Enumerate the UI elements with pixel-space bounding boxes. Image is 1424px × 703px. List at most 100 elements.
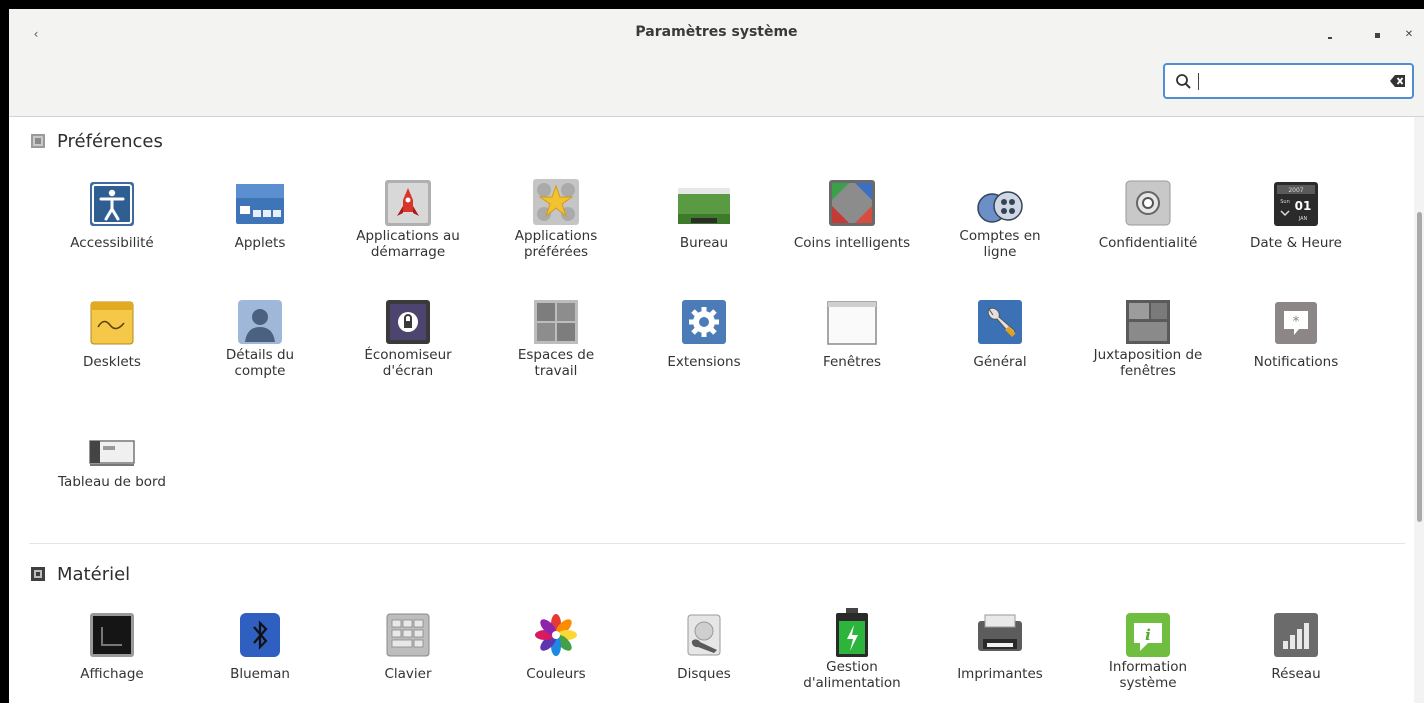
settings-item-notifications[interactable]: * Notifications — [1222, 293, 1370, 370]
settings-item-network[interactable]: Réseau — [1222, 605, 1370, 682]
settings-item-blueman[interactable]: Blueman — [186, 605, 334, 682]
item-label: Coins intelligents — [793, 235, 911, 251]
settings-item-display[interactable]: Affichage — [38, 605, 186, 682]
settings-item-printers[interactable]: Imprimantes — [926, 605, 1074, 682]
settings-item-date-time[interactable]: 2007 Sun 01 JAN Date & Heure — [1222, 174, 1370, 251]
item-label: Fenêtres — [822, 354, 882, 370]
settings-item-keyboard[interactable]: Clavier — [334, 605, 482, 682]
section-divider — [29, 543, 1405, 544]
settings-item-colors[interactable]: Couleurs — [482, 605, 630, 682]
workspaces-icon — [534, 300, 578, 344]
settings-item-privacy[interactable]: Confidentialité — [1074, 174, 1222, 251]
item-label: Confidentialité — [1098, 235, 1198, 251]
settings-item-startup-applications[interactable]: Applications au démarrage — [334, 174, 482, 260]
item-label: Imprimantes — [957, 666, 1043, 682]
settings-item-account-details[interactable]: Détails du compte — [186, 293, 334, 379]
disks-icon — [687, 614, 721, 656]
item-label: Réseau — [1271, 666, 1321, 682]
settings-item-online-accounts[interactable]: Comptes en ligne — [926, 174, 1074, 260]
search-field[interactable] — [1163, 63, 1414, 99]
window-tiling-icon — [1126, 300, 1170, 344]
item-label: Notifications — [1253, 354, 1339, 370]
settings-item-system-info[interactable]: i Information système — [1074, 605, 1222, 691]
item-label: Économiseur d'écran — [364, 347, 452, 379]
item-label: Date & Heure — [1250, 235, 1342, 251]
settings-item-screensaver[interactable]: Économiseur d'écran — [334, 293, 482, 379]
window-title: Paramètres système — [635, 24, 798, 40]
settings-item-panel[interactable]: Tableau de bord — [38, 413, 186, 490]
item-label: Général — [973, 354, 1027, 370]
item-label: Comptes en ligne — [959, 228, 1041, 260]
startup-applications-icon — [385, 180, 431, 226]
network-bars-icon — [1274, 613, 1318, 657]
section-header-hardware: Matériel — [31, 563, 130, 585]
notifications-icon: * — [1275, 302, 1317, 344]
section-title: Préférences — [57, 130, 163, 152]
settings-content: Préférences Accessibilité Applets Applic… — [9, 117, 1414, 703]
clear-search-icon[interactable] — [1390, 74, 1406, 88]
svg-text:i: i — [1145, 626, 1151, 644]
maximize-icon — [1374, 32, 1380, 38]
item-label: Juxtaposition de fenêtres — [1093, 347, 1203, 379]
search-icon — [1176, 74, 1191, 89]
section-title: Matériel — [57, 563, 131, 585]
system-info-icon: i — [1126, 613, 1170, 657]
section-header-preferences: Préférences — [31, 130, 163, 152]
general-wrench-icon — [978, 300, 1022, 344]
search-input[interactable] — [1199, 70, 1383, 94]
settings-item-window-tiling[interactable]: Juxtaposition de fenêtres — [1074, 293, 1222, 379]
item-label: Desklets — [83, 354, 141, 370]
settings-item-extensions[interactable]: Extensions — [630, 293, 778, 370]
colors-icon — [535, 614, 577, 656]
settings-item-windows[interactable]: Fenêtres — [778, 293, 926, 370]
settings-item-desktop[interactable]: Bureau — [630, 174, 778, 251]
item-label: Blueman — [230, 666, 290, 682]
keyboard-icon — [386, 613, 430, 657]
settings-item-desklets[interactable]: Desklets — [38, 293, 186, 370]
hot-corners-icon — [829, 180, 875, 226]
vertical-scrollbar[interactable] — [1414, 117, 1424, 703]
minimize-icon — [1328, 37, 1332, 39]
settings-item-power[interactable]: Gestion d'alimentation — [778, 605, 926, 691]
svg-text:2007: 2007 — [1288, 187, 1303, 194]
header-bar: ‹ Paramètres système ✕ — [9, 9, 1424, 117]
settings-item-accessibility[interactable]: Accessibilité — [38, 174, 186, 251]
preferred-applications-icon — [533, 179, 579, 225]
svg-text:Sun: Sun — [1280, 199, 1290, 205]
display-icon — [90, 613, 134, 657]
bluetooth-icon — [240, 613, 280, 657]
item-label: Espaces de travail — [517, 347, 595, 379]
power-battery-icon — [836, 608, 868, 657]
settings-item-general[interactable]: Général — [926, 293, 1074, 370]
item-label: Clavier — [384, 666, 432, 682]
item-label: Bureau — [679, 235, 729, 251]
settings-item-preferred-applications[interactable]: Applications préférées — [482, 174, 630, 260]
settings-item-applets[interactable]: Applets — [186, 174, 334, 251]
item-label: Disques — [677, 666, 731, 682]
minimize-button[interactable] — [1323, 28, 1337, 42]
item-label: Applications préférées — [514, 228, 598, 260]
item-label: Extensions — [667, 354, 741, 370]
close-button[interactable]: ✕ — [1402, 28, 1416, 42]
settings-item-hot-corners[interactable]: Coins intelligents — [778, 174, 926, 251]
item-label: Accessibilité — [70, 235, 154, 251]
applets-icon — [236, 184, 284, 224]
settings-window: ‹ Paramètres système ✕ Préférences Acces… — [9, 9, 1424, 703]
desktop-icon — [678, 188, 730, 224]
settings-item-disks[interactable]: Disques — [630, 605, 778, 682]
maximize-button[interactable] — [1370, 28, 1384, 42]
windows-icon — [827, 301, 877, 345]
svg-text:01: 01 — [1295, 199, 1312, 213]
close-icon: ✕ — [1404, 29, 1414, 40]
item-label: Gestion d'alimentation — [803, 659, 901, 691]
extensions-gear-icon — [682, 300, 726, 344]
preferences-section-icon — [31, 134, 45, 148]
svg-text:*: * — [1293, 314, 1300, 330]
desklets-note-icon — [90, 301, 134, 345]
privacy-icon — [1125, 180, 1171, 226]
user-account-icon — [238, 300, 282, 344]
settings-item-workspaces[interactable]: Espaces de travail — [482, 293, 630, 379]
item-label: Couleurs — [526, 666, 586, 682]
scrollbar-thumb[interactable] — [1417, 212, 1422, 522]
accessibility-icon — [90, 182, 134, 226]
